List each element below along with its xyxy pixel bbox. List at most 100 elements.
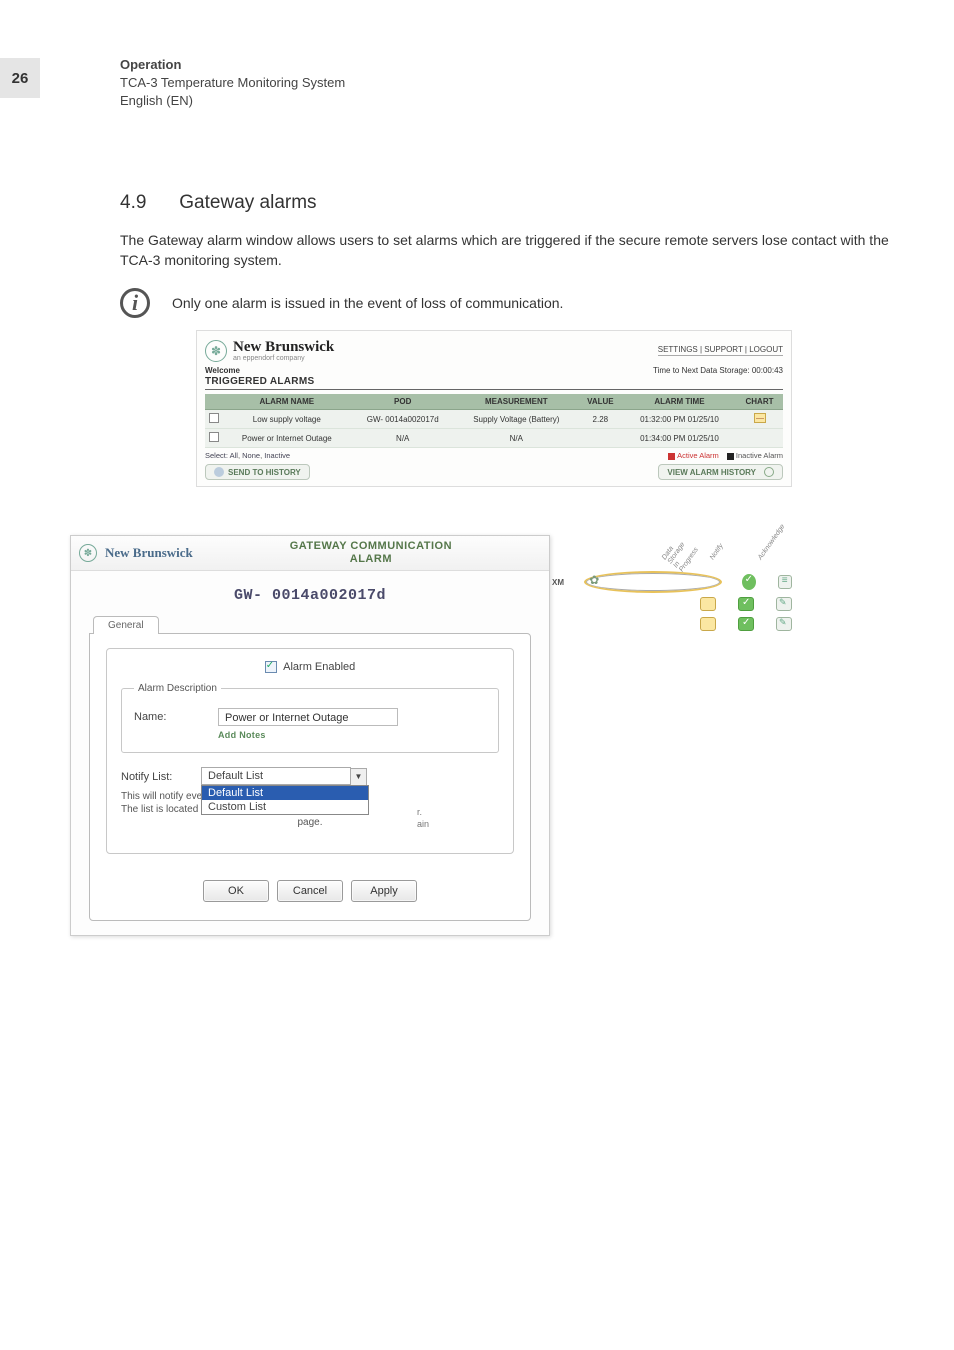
notify-option-default[interactable]: Default List <box>202 786 368 800</box>
cell-alarm-name: Low supply voltage <box>223 410 351 429</box>
cell-time: 01:34:00 PM 01/25/10 <box>623 429 736 448</box>
cell-measurement: N/A <box>455 429 578 448</box>
col-checkbox <box>205 394 223 410</box>
cell-time: 01:32:00 PM 01/25/10 <box>623 410 736 429</box>
notify-option-custom[interactable]: Custom List <box>202 800 368 814</box>
triggered-alarms-panel: ✽ New Brunswick an eppendorf company SET… <box>196 330 792 487</box>
acknowledge-icon[interactable] <box>778 575 792 589</box>
section-number: 4.9 <box>120 192 174 214</box>
send-to-history-button[interactable]: SEND TO HISTORY <box>205 464 310 480</box>
tab-general[interactable]: General <box>93 616 159 634</box>
triggered-alarms-title: TRIGGERED ALARMS <box>205 376 783 387</box>
check-icon[interactable] <box>738 597 754 611</box>
xm-label: XM <box>552 578 564 587</box>
brand-logo-icon: ✽ <box>205 340 227 362</box>
section-heading: 4.9 Gateway alarms <box>120 192 317 214</box>
col-pod: POD <box>351 394 455 410</box>
cancel-button[interactable]: Cancel <box>277 880 343 902</box>
dialog-titlebar: ✽ New Brunswick GATEWAY COMMUNICATIONALA… <box>71 536 549 571</box>
select-links: Select: All, None, Inactive <box>205 451 290 460</box>
header-system: TCA-3 Temperature Monitoring System <box>120 74 345 92</box>
section-paragraph: The Gateway alarm window allows users to… <box>120 230 900 271</box>
notify-list-label: Notify List: <box>121 771 195 783</box>
send-icon <box>214 467 224 477</box>
alarm-enabled-checkbox[interactable] <box>265 661 277 673</box>
alarm-description-group: Alarm Description Name: Power or Interne… <box>121 683 499 753</box>
chart-icon[interactable] <box>700 617 716 631</box>
view-label: VIEW ALARM HISTORY <box>667 468 756 477</box>
brand-name: New Brunswick <box>233 339 334 356</box>
info-note-row: i Only one alarm is issued in the event … <box>120 288 563 318</box>
col-measurement: MEASUREMENT <box>455 394 578 410</box>
acknowledge-icon[interactable] <box>776 597 792 611</box>
link-settings[interactable]: SETTINGS <box>658 345 698 354</box>
page-number: 26 <box>0 58 40 98</box>
cell-alarm-name: Power or Internet Outage <box>223 429 351 448</box>
cell-measurement: Supply Voltage (Battery) <box>455 410 578 429</box>
legend-inactive-label: Inactive Alarm <box>736 451 783 460</box>
status-icon-strip: Data Storage In Progress Notify Acknowle… <box>552 539 792 637</box>
cell-value: 2.28 <box>578 410 623 429</box>
notify-list-select[interactable]: Default List <box>201 767 351 785</box>
name-field[interactable]: Power or Internet Outage <box>218 708 398 726</box>
dialog-title-text: GATEWAY COMMUNICATIONALARM <box>201 540 541 566</box>
gateway-id: GW- 0014a002017d <box>89 587 531 604</box>
col-chart: CHART <box>736 394 783 410</box>
row-checkbox[interactable] <box>209 432 219 442</box>
cell-value <box>578 429 623 448</box>
form-group: Alarm Enabled Alarm Description Name: Po… <box>106 648 514 854</box>
clock-icon <box>764 467 774 477</box>
col-acknowledge: Acknowledge <box>757 533 797 574</box>
legend: Active Alarm Inactive Alarm <box>662 451 783 460</box>
add-notes-button[interactable]: Add Notes <box>218 730 486 740</box>
view-alarm-history-button[interactable]: VIEW ALARM HISTORY <box>658 464 783 480</box>
gear-icon[interactable] <box>586 573 719 591</box>
link-support[interactable]: SUPPORT <box>704 345 742 354</box>
col-notify: Notify <box>709 533 749 574</box>
welcome-label: Welcome <box>205 366 240 375</box>
check-icon[interactable] <box>742 574 756 590</box>
col-alarm-name: ALARM NAME <box>223 394 351 410</box>
alarms-table: ALARM NAME POD MEASUREMENT VALUE ALARM T… <box>205 394 783 448</box>
legend-inactive-icon <box>727 453 734 460</box>
col-value: VALUE <box>578 394 623 410</box>
ok-button[interactable]: OK <box>203 880 269 902</box>
header-operation: Operation <box>120 56 345 74</box>
row-checkbox[interactable] <box>209 413 219 423</box>
select-all[interactable]: All <box>230 451 238 460</box>
link-logout[interactable]: LOGOUT <box>749 345 783 354</box>
tab-general-pane: Alarm Enabled Alarm Description Name: Po… <box>89 633 531 921</box>
select-none[interactable]: None <box>242 451 260 460</box>
alarm-description-legend: Alarm Description <box>134 683 221 694</box>
apply-button[interactable]: Apply <box>351 880 417 902</box>
cell-pod: N/A <box>351 429 455 448</box>
brand-subtitle: an eppendorf company <box>233 355 334 362</box>
select-inactive[interactable]: Inactive <box>264 451 290 460</box>
header-lang: English (EN) <box>120 92 345 110</box>
col-data-storage: Data Storage In Progress <box>661 533 701 574</box>
info-note-text: Only one alarm is issued in the event of… <box>172 295 563 311</box>
acknowledge-icon[interactable] <box>776 617 792 631</box>
chart-icon[interactable] <box>754 413 766 423</box>
dialog-brand: New Brunswick <box>105 545 193 561</box>
alarm-enabled-label: Alarm Enabled <box>283 661 355 673</box>
legend-active-label: Active Alarm <box>677 451 719 460</box>
chart-icon[interactable] <box>700 597 716 611</box>
cell-pod: GW- 0014a002017d <box>351 410 455 429</box>
table-row: Power or Internet Outage N/A N/A 01:34:0… <box>205 429 783 448</box>
dropdown-button[interactable]: ▼ <box>351 768 367 786</box>
col-alarm-time: ALARM TIME <box>623 394 736 410</box>
check-icon[interactable] <box>738 617 754 631</box>
info-icon: i <box>120 288 150 318</box>
obscured-text-fragment: r. ain <box>417 807 429 830</box>
select-label: Select: <box>205 451 228 460</box>
doc-header: Operation TCA-3 Temperature Monitoring S… <box>120 56 345 111</box>
section-title: Gateway alarms <box>179 192 316 213</box>
name-label: Name: <box>134 711 208 723</box>
top-links: SETTINGS | SUPPORT | LOGOUT <box>658 345 783 356</box>
dialog-logo-icon: ✽ <box>79 544 97 562</box>
gateway-alarm-dialog: ✽ New Brunswick GATEWAY COMMUNICATIONALA… <box>70 535 550 936</box>
notify-list-dropdown: Default List Custom List <box>201 785 369 815</box>
next-storage-label: Time to Next Data Storage: 00:00:43 <box>653 366 783 375</box>
legend-active-icon <box>668 453 675 460</box>
